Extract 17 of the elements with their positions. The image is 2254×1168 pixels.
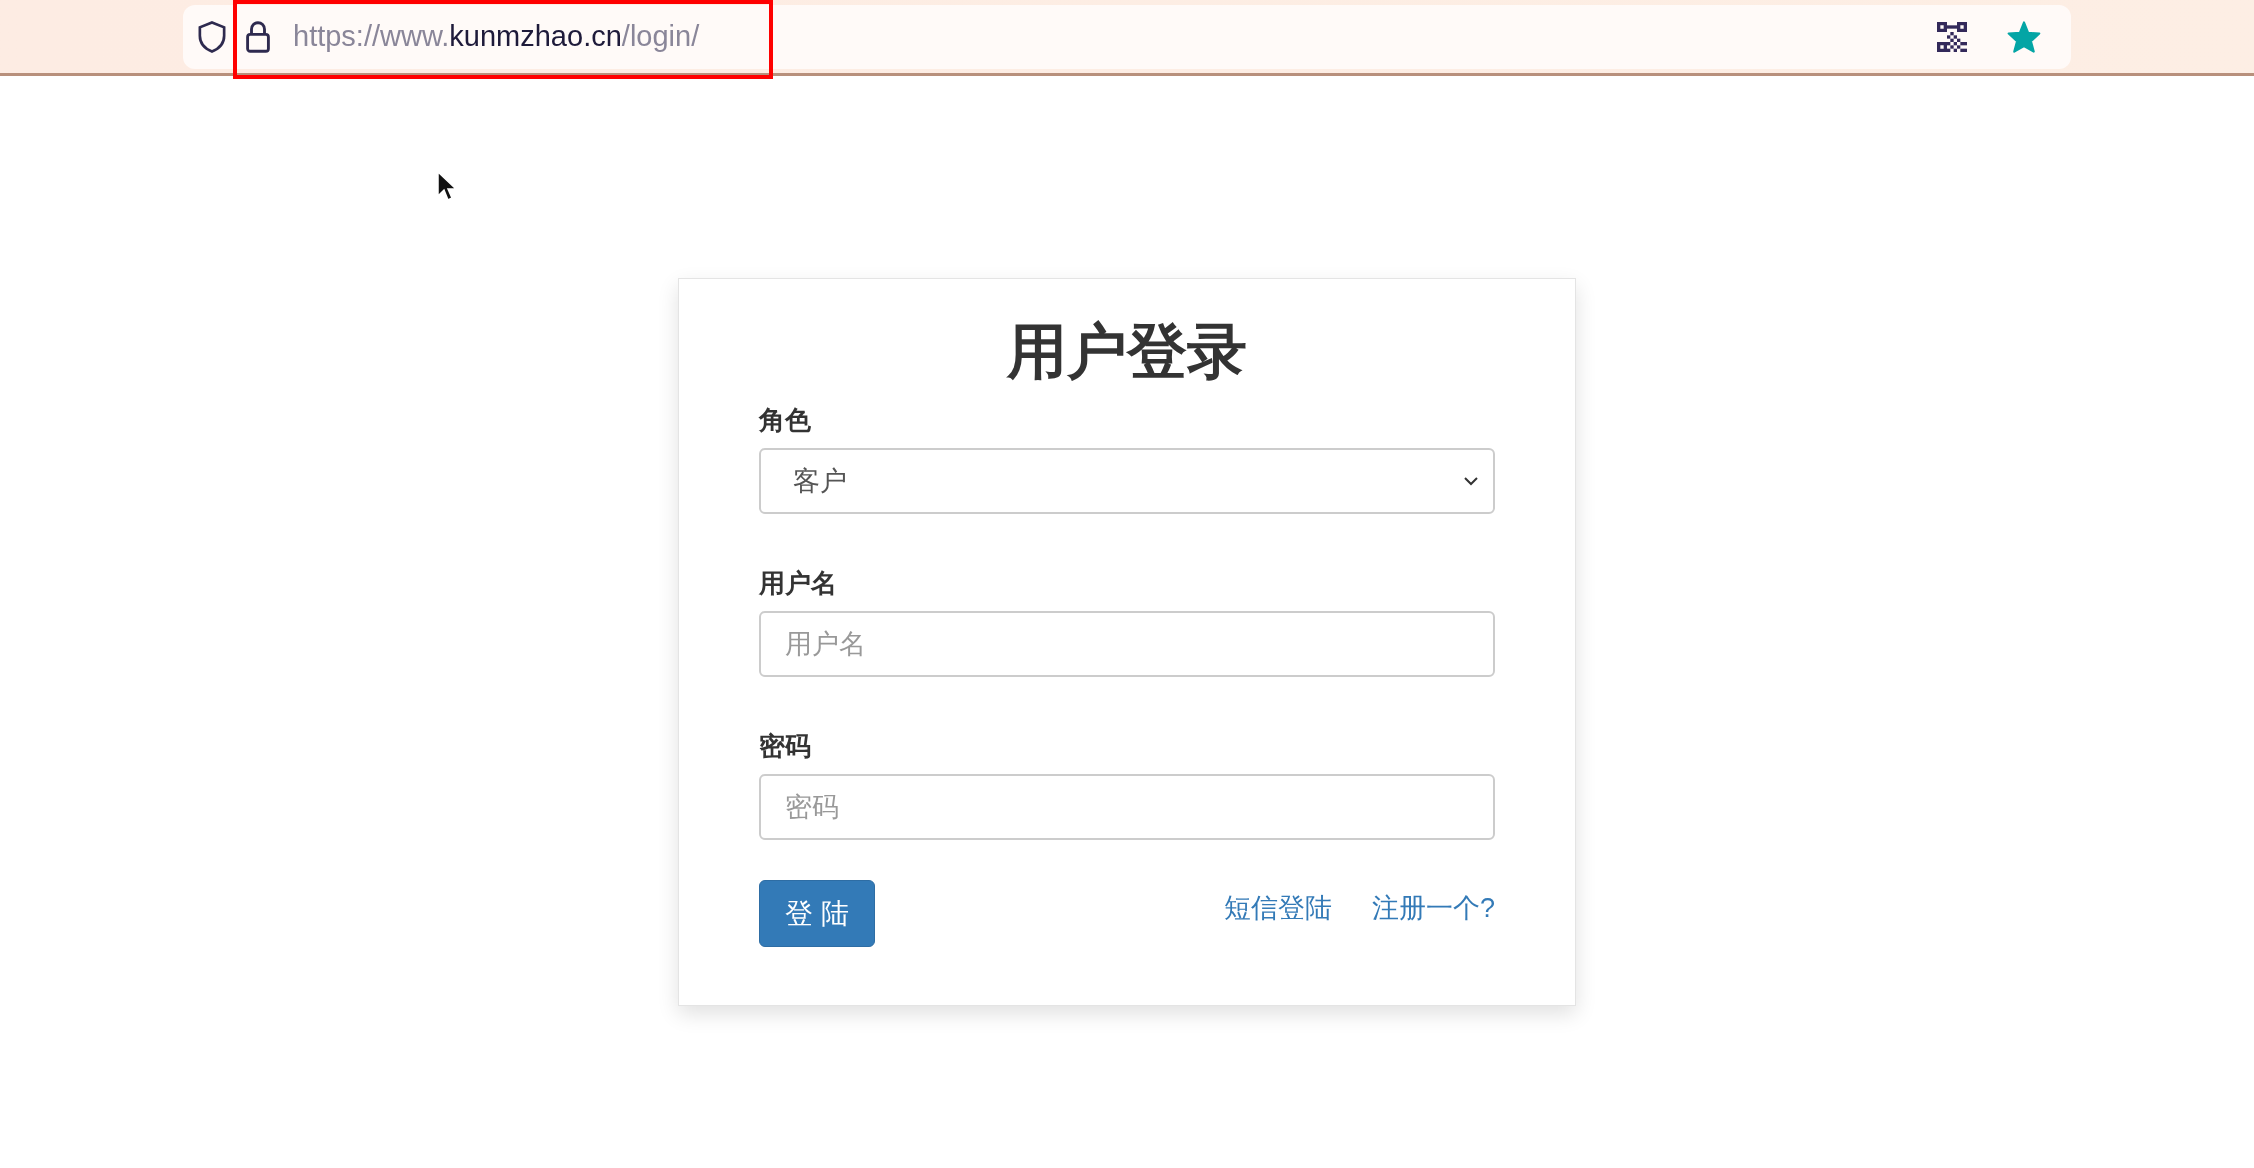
field-label: 密码 — [759, 730, 812, 763]
field-label: 角色 — [759, 404, 812, 437]
url-text[interactable]: https://www.kunmzhao.cn/login/ — [293, 14, 700, 59]
star-icon[interactable] — [2007, 20, 2041, 53]
username-field[interactable]: 用户名 — [759, 611, 1495, 677]
login-button[interactable]: 登 陆 — [759, 880, 875, 947]
shield-icon[interactable] — [197, 19, 227, 54]
qr-code-icon[interactable] — [1937, 21, 1967, 52]
role-select[interactable]: 客户 — [759, 448, 1495, 514]
login-title: 用户登录 — [1005, 319, 1248, 385]
address-bar[interactable]: https://www.kunmzhao.cn/login/ — [183, 4, 2071, 69]
text-link[interactable]: 注册一个? — [1371, 888, 1495, 929]
text-link[interactable]: 短信登陆 — [1223, 888, 1332, 929]
field-label: 用户名 — [759, 567, 838, 600]
lock-icon[interactable] — [245, 19, 271, 54]
password-field[interactable]: 密码 — [759, 774, 1495, 840]
chevron-down-icon — [1463, 476, 1479, 486]
